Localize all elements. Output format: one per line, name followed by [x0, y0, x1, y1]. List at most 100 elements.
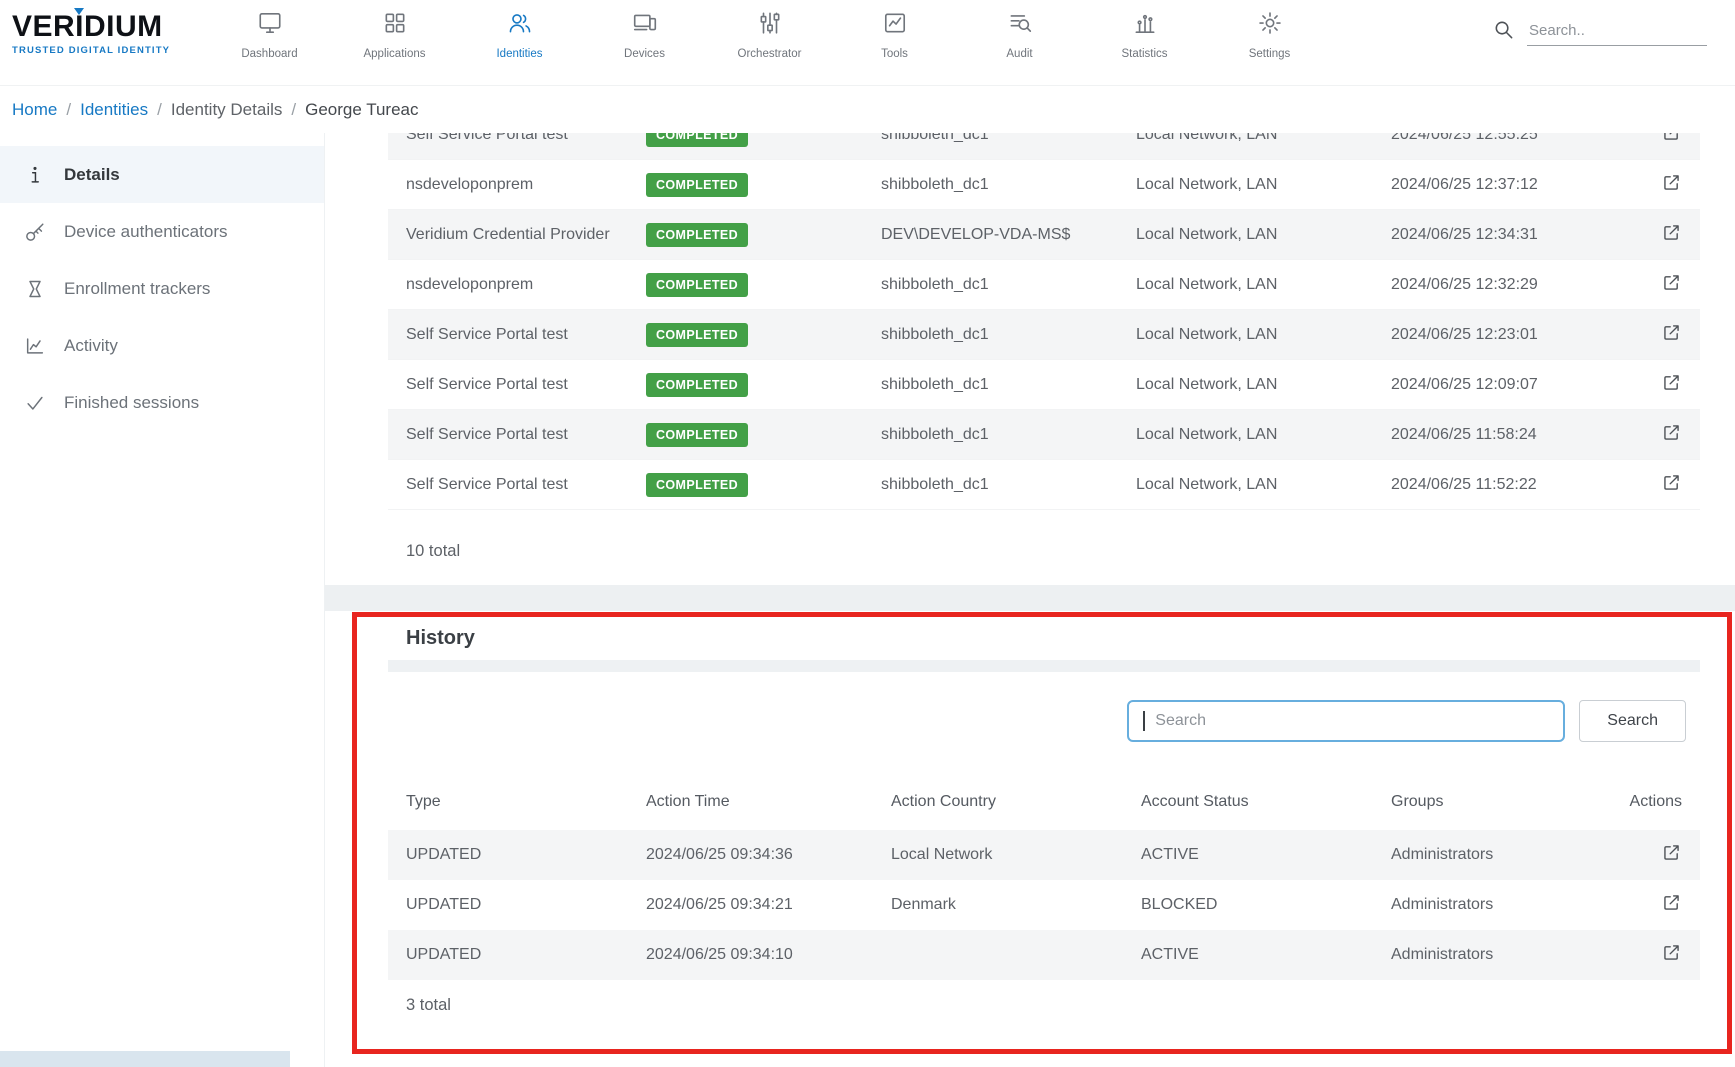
- sidebar-item-details[interactable]: Details: [0, 146, 324, 203]
- history-search-input[interactable]: [1129, 702, 1563, 740]
- breadcrumb-identities-link[interactable]: Identities: [80, 100, 148, 120]
- history-search-box: [1127, 700, 1565, 742]
- history-row: UPDATED 2024/06/25 09:34:10 ACTIVE Admin…: [388, 930, 1700, 980]
- session-app-name: nsdeveloponprem: [406, 176, 646, 194]
- session-time: 2024/06/25 12:09:07: [1391, 376, 1631, 394]
- dashboard-icon: [257, 10, 283, 41]
- history-divider: [388, 660, 1700, 672]
- nav-item-statistics[interactable]: Statistics: [1082, 10, 1207, 60]
- session-account: shibboleth_dc1: [881, 133, 1136, 144]
- session-time: 2024/06/25 12:55:25: [1391, 133, 1631, 144]
- sidebar-item-device-authenticators[interactable]: Device authenticators: [0, 203, 324, 260]
- brand-name: VERIDIUM: [12, 10, 163, 43]
- column-header-actions: Actions: [1622, 793, 1682, 811]
- history-action-country: Denmark: [891, 896, 1141, 914]
- breadcrumb-separator: /: [157, 100, 162, 120]
- nav-item-tools[interactable]: Tools: [832, 10, 957, 60]
- search-icon: [1492, 18, 1515, 46]
- sidebar-item-label: Enrollment trackers: [64, 279, 210, 299]
- session-account: shibboleth_dc1: [881, 176, 1136, 194]
- open-session-icon[interactable]: [1661, 472, 1682, 498]
- session-app-name: Self Service Portal test: [406, 376, 646, 394]
- nav-item-audit[interactable]: Audit: [957, 10, 1082, 60]
- nav-item-devices[interactable]: Devices: [582, 10, 707, 60]
- session-time: 2024/06/25 12:32:29: [1391, 276, 1631, 294]
- open-history-entry-icon[interactable]: [1661, 842, 1682, 868]
- session-app-name: nsdeveloponprem: [406, 276, 646, 294]
- breadcrumb-identity-details: Identity Details: [171, 100, 283, 120]
- nav-item-orchestrator[interactable]: Orchestrator: [707, 10, 832, 60]
- open-history-entry-icon[interactable]: [1661, 942, 1682, 968]
- veridium-identity-details-page: VERIDIUM TRUSTED DIGITAL IDENTITY Dashbo…: [0, 0, 1735, 1067]
- key-icon: [23, 221, 47, 243]
- sidebar-scroll-strip: [0, 1051, 290, 1067]
- open-history-entry-icon[interactable]: [1661, 892, 1682, 918]
- session-app-name: Self Service Portal test: [406, 326, 646, 344]
- applications-grid-icon: [382, 10, 408, 41]
- tools-chart-icon: [882, 10, 908, 41]
- session-account: shibboleth_dc1: [881, 276, 1136, 294]
- veridium-logo[interactable]: VERIDIUM TRUSTED DIGITAL IDENTITY: [12, 10, 184, 56]
- nav-item-identities[interactable]: Identities: [457, 10, 582, 60]
- session-network: Local Network, LAN: [1136, 133, 1391, 144]
- history-title: History: [388, 611, 1700, 660]
- open-session-icon[interactable]: [1661, 422, 1682, 448]
- status-badge: COMPLETED: [646, 173, 748, 197]
- orchestrator-sliders-icon: [757, 10, 783, 41]
- sidebar-item-enrollment-trackers[interactable]: Enrollment trackers: [0, 260, 324, 317]
- session-time: 2024/06/25 11:52:22: [1391, 476, 1631, 494]
- session-row: Veridium Credential Provider COMPLETED D…: [388, 210, 1700, 260]
- statistics-bars-icon: [1132, 10, 1158, 41]
- sidebar-item-label: Device authenticators: [64, 222, 227, 242]
- column-header-action-country: Action Country: [891, 793, 1141, 811]
- session-row: Self Service Portal test COMPLETED shibb…: [388, 460, 1700, 510]
- breadcrumb-home-link[interactable]: Home: [12, 100, 57, 120]
- sidebar-item-label: Finished sessions: [64, 393, 199, 413]
- check-icon: [23, 392, 47, 414]
- nav-label: Identities: [496, 48, 542, 60]
- history-row: UPDATED 2024/06/25 09:34:21 Denmark BLOC…: [388, 880, 1700, 930]
- session-network: Local Network, LAN: [1136, 226, 1391, 244]
- session-account: shibboleth_dc1: [881, 326, 1136, 344]
- info-icon: [23, 164, 47, 186]
- status-badge: COMPLETED: [646, 223, 748, 247]
- status-badge: COMPLETED: [646, 273, 748, 297]
- sidebar-item-finished-sessions[interactable]: Finished sessions: [0, 374, 324, 431]
- nav-item-applications[interactable]: Applications: [332, 10, 457, 60]
- session-account: shibboleth_dc1: [881, 376, 1136, 394]
- global-search-input[interactable]: [1527, 19, 1707, 46]
- history-row: UPDATED 2024/06/25 09:34:36 Local Networ…: [388, 830, 1700, 880]
- open-session-icon[interactable]: [1661, 272, 1682, 298]
- global-search: [1492, 18, 1707, 46]
- main-nav: Dashboard Applications Identities Device…: [207, 0, 1332, 60]
- hourglass-icon: [23, 278, 47, 300]
- nav-item-dashboard[interactable]: Dashboard: [207, 10, 332, 60]
- history-search-button[interactable]: Search: [1579, 700, 1686, 742]
- sessions-rows: nsdeveloponprem COMPLETED shibboleth_dc1…: [388, 160, 1700, 510]
- history-action-time: 2024/06/25 09:34:36: [646, 846, 891, 864]
- open-session-icon[interactable]: [1661, 372, 1682, 398]
- nav-label: Tools: [881, 48, 908, 60]
- history-table-header: Type Action Time Action Country Account …: [388, 774, 1700, 830]
- session-account: DEV\DEVELOP-VDA-MS$: [881, 226, 1136, 244]
- top-navigation: VERIDIUM TRUSTED DIGITAL IDENTITY Dashbo…: [0, 0, 1735, 86]
- nav-item-settings[interactable]: Settings: [1207, 10, 1332, 60]
- open-session-icon[interactable]: [1661, 322, 1682, 348]
- session-network: Local Network, LAN: [1136, 376, 1391, 394]
- breadcrumb-separator: /: [291, 100, 296, 120]
- audit-list-search-icon: [1007, 10, 1033, 41]
- open-session-icon[interactable]: [1661, 133, 1682, 148]
- open-session-icon[interactable]: [1661, 222, 1682, 248]
- status-badge: COMPLETED: [646, 423, 748, 447]
- history-type: UPDATED: [406, 896, 646, 914]
- column-header-type: Type: [406, 793, 646, 811]
- nav-label: Audit: [1006, 48, 1032, 60]
- session-row: Self Service Portal test COMPLETED shibb…: [388, 410, 1700, 460]
- identity-sidebar: Details Device authenticators Enrollment…: [0, 133, 325, 1067]
- session-network: Local Network, LAN: [1136, 476, 1391, 494]
- nav-label: Statistics: [1121, 48, 1167, 60]
- sidebar-item-activity[interactable]: Activity: [0, 317, 324, 374]
- sessions-total: 10 total: [388, 510, 1700, 585]
- open-session-icon[interactable]: [1661, 172, 1682, 198]
- session-network: Local Network, LAN: [1136, 326, 1391, 344]
